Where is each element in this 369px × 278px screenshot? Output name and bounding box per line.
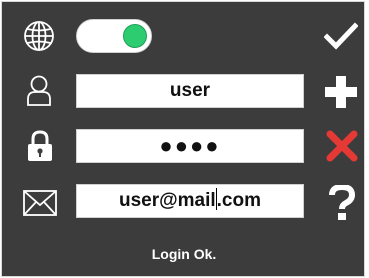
- user-icon: [27, 75, 51, 106]
- email-field[interactable]: user@mail.com: [76, 184, 304, 218]
- close-icon[interactable]: [326, 130, 358, 162]
- status-message: Login Ok.: [151, 246, 217, 262]
- username-field[interactable]: user: [76, 74, 304, 108]
- envelope-icon: [23, 190, 57, 216]
- plus-icon[interactable]: [325, 76, 357, 108]
- toggle-knob: [123, 24, 147, 48]
- email-value-start: user@mail: [118, 190, 216, 211]
- language-toggle[interactable]: [76, 19, 152, 53]
- password-value: ●●●●: [159, 133, 221, 158]
- globe-icon: [24, 21, 54, 51]
- question-icon[interactable]: [328, 185, 356, 221]
- password-field[interactable]: ●●●●: [76, 129, 304, 163]
- lock-icon: [28, 130, 52, 161]
- check-icon[interactable]: [324, 22, 358, 50]
- username-value: user: [169, 80, 211, 101]
- email-value-end: .com: [216, 190, 262, 211]
- login-panel: user ●●●● user@mail.com Login Ok.: [1, 1, 365, 277]
